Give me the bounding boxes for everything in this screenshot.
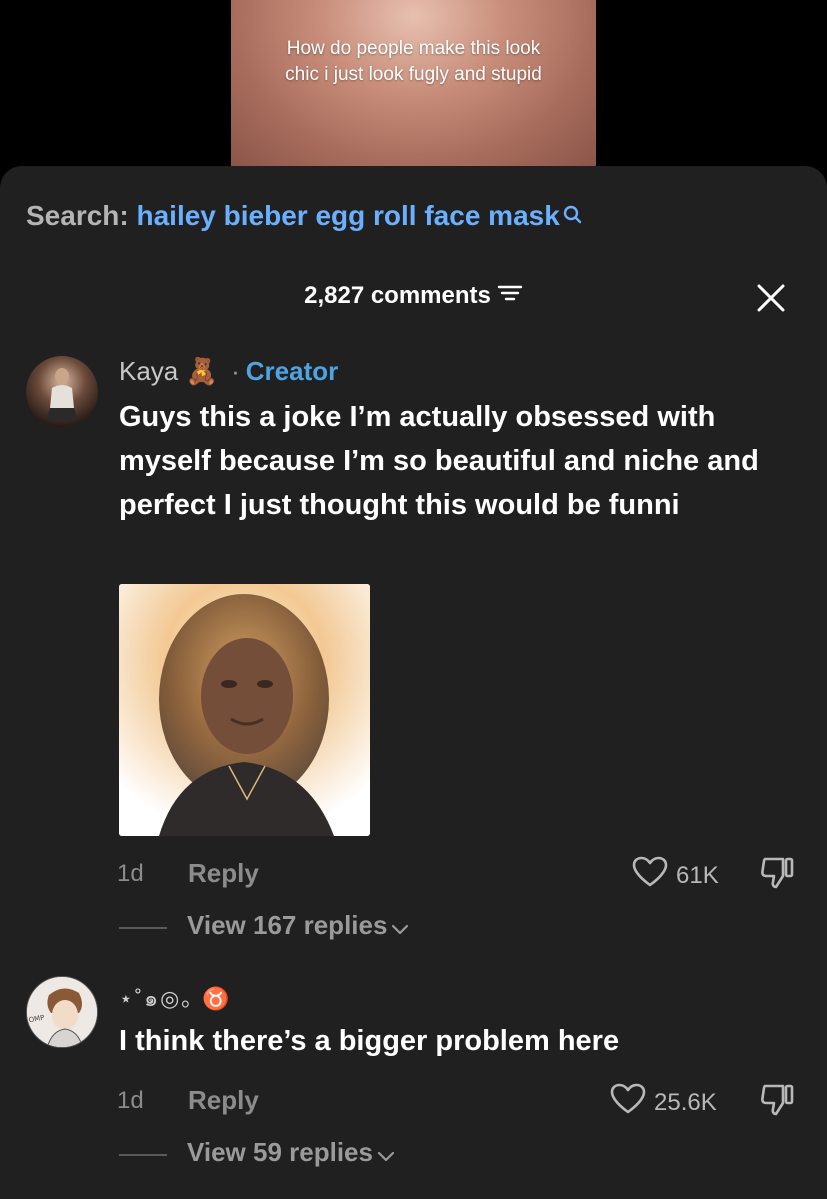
search-suggestion[interactable]: Search: hailey bieber egg roll face mask [26,200,583,234]
replies-divider [119,927,167,929]
heart-icon [610,1083,646,1122]
view-replies-label: View 167 replies [187,910,388,940]
username-emoji: 🧸 [185,356,218,386]
reply-button[interactable]: Reply [188,858,259,889]
username[interactable]: Kaya [119,356,178,386]
comment-text: I think there’s a bigger problem here [119,1025,620,1057]
search-icon [563,202,583,234]
like-count: 25.6K [654,1088,717,1116]
comment-time: 1d [117,860,144,887]
replies-divider [119,1154,167,1156]
comment-image[interactable] [119,584,370,836]
search-label: Search: [26,200,129,231]
comments-sheet: Search: hailey bieber egg roll face mask… [0,166,827,1199]
view-replies-button[interactable]: View 59 replies [187,1137,395,1170]
separator: · [231,356,240,386]
like-button[interactable]: 25.6K [610,1083,717,1122]
chevron-down-icon [377,1139,395,1170]
comment-time: 1d [117,1087,144,1114]
avatar[interactable]: OMP [26,976,98,1048]
video-preview[interactable]: How do people make this look chic i just… [231,0,596,166]
heart-icon [632,856,668,895]
chevron-down-icon [391,912,409,943]
close-icon[interactable] [756,283,786,313]
comments-count: 2,827 comments [0,282,827,311]
filter-icon[interactable] [497,282,523,311]
avatar[interactable] [26,356,98,428]
view-replies-button[interactable]: View 167 replies [187,910,409,943]
like-count: 61K [676,861,719,889]
comment-text: Guys this a joke I’m actually obsessed w… [119,401,759,521]
reply-button[interactable]: Reply [188,1085,259,1116]
video-caption: How do people make this look chic i just… [285,38,542,85]
search-query-link[interactable]: hailey bieber egg roll face mask [137,200,560,231]
comments-count-label: 2,827 comments [304,282,491,309]
creator-badge: Creator [245,356,339,386]
dislike-icon[interactable] [759,1083,795,1122]
comment-header: Kaya 🧸 · Creator [119,356,338,387]
like-button[interactable]: 61K [632,856,719,895]
dislike-icon[interactable] [759,856,795,895]
username[interactable]: ⋆˚๑◎｡ ♉ [119,981,232,1016]
view-replies-label: View 59 replies [187,1137,373,1167]
